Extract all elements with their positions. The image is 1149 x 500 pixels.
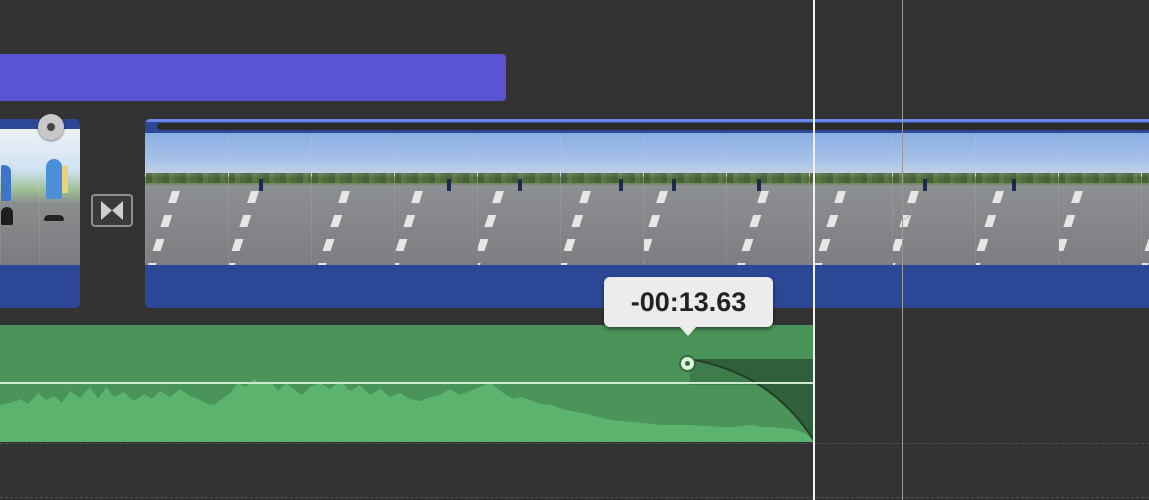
clip-trim-handle[interactable] (38, 114, 64, 140)
playhead[interactable] (813, 0, 815, 500)
thumbnail-frame (477, 133, 560, 265)
clip-thumbnails (145, 133, 1149, 265)
skimmer-indicator (893, 202, 911, 220)
thumbnail-frame (145, 133, 228, 265)
skimmer-line (902, 0, 903, 500)
volume-line[interactable] (0, 382, 815, 384)
thumbnail-frame (0, 129, 39, 265)
thumbnail-frame (1141, 133, 1149, 265)
thumbnail-frame (394, 133, 477, 265)
clip-selection-outline (145, 119, 1149, 122)
thumbnail-frame (1058, 133, 1141, 265)
thumbnail-frame (726, 133, 809, 265)
thumbnail-frame (892, 133, 975, 265)
fade-out-handle[interactable] (679, 355, 696, 372)
audio-lane-divider (0, 443, 1149, 444)
fade-duration-tooltip: -00:13.63 (604, 277, 773, 336)
title-clip[interactable] (0, 54, 506, 101)
clip-thumbnails (0, 129, 80, 265)
timeline[interactable]: -00:13.63 (0, 0, 1149, 500)
bowtie-transition-icon (101, 201, 123, 220)
clip-top-bar (157, 123, 1149, 130)
thumbnail-frame (643, 133, 726, 265)
thumbnail-frame (560, 133, 643, 265)
thumbnail-frame (311, 133, 394, 265)
thumbnail-frame (228, 133, 311, 265)
audio-lane-divider (0, 497, 1149, 498)
thumbnail-frame (39, 129, 80, 265)
thumbnail-frame (975, 133, 1058, 265)
audio-clip[interactable] (0, 325, 815, 442)
thumbnail-frame (809, 133, 892, 265)
video-clip-previous[interactable] (0, 119, 80, 308)
transition-button[interactable] (91, 194, 133, 227)
fade-duration-value: -00:13.63 (630, 286, 747, 317)
